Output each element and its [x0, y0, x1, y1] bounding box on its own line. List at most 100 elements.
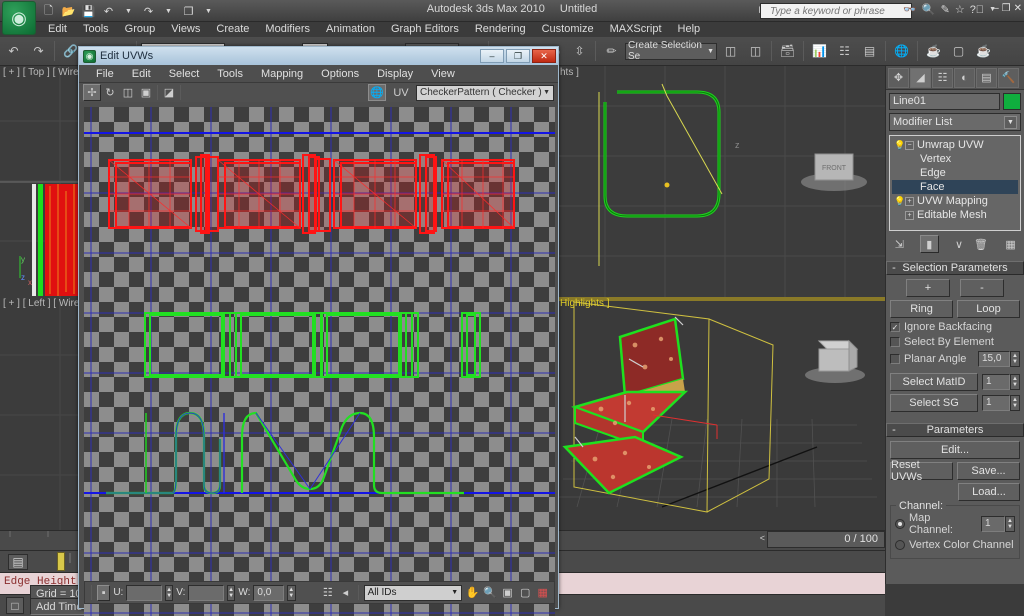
- sg-spinner[interactable]: 1 ▲ ▼: [982, 395, 1020, 411]
- load-button[interactable]: Load...: [958, 483, 1020, 501]
- planar-angle-value[interactable]: 15,0: [978, 351, 1010, 367]
- parameters-header[interactable]: - Parameters: [886, 423, 1024, 437]
- lightbulb-icon[interactable]: 💡: [894, 140, 905, 151]
- show-map-icon[interactable]: 🌐: [368, 84, 386, 101]
- uv-edit-canvas[interactable]: [84, 107, 555, 616]
- paint-select-icon[interactable]: ◂: [338, 584, 353, 601]
- menu-help[interactable]: Help: [670, 22, 709, 37]
- search-input[interactable]: [760, 3, 912, 19]
- freeform-mode-icon[interactable]: ▣: [137, 84, 155, 101]
- grow-selection-button[interactable]: +: [906, 279, 950, 297]
- uvw-menu-mapping[interactable]: Mapping: [252, 68, 312, 80]
- edit-named-selection-icon[interactable]: ✏: [600, 40, 623, 63]
- layer-manager-icon[interactable]: 🗃: [776, 40, 799, 63]
- u-field[interactable]: [126, 584, 162, 601]
- edit-uvws-restore-button[interactable]: ❐: [506, 49, 530, 63]
- frame-readout[interactable]: 0 / 100: [767, 531, 885, 548]
- rollout-toggle-icon[interactable]: -: [887, 262, 901, 274]
- mirror-icon[interactable]: ◫: [719, 40, 742, 63]
- undo-scene-icon[interactable]: ↶: [2, 40, 25, 63]
- ignore-backfacing-checkbox[interactable]: ✓: [890, 322, 900, 332]
- stack-item-editable-mesh[interactable]: + Editable Mesh: [892, 208, 1018, 222]
- edit-uvws-close-button[interactable]: ✕: [532, 49, 556, 63]
- menu-group[interactable]: Group: [117, 22, 164, 37]
- binoculars-icon[interactable]: 👓: [903, 3, 917, 16]
- uvw-menu-view[interactable]: View: [422, 68, 464, 80]
- make-unique-icon[interactable]: ∨: [950, 235, 969, 253]
- select-sg-button[interactable]: Select SG: [890, 394, 978, 412]
- previous-frame-icon[interactable]: <: [760, 533, 765, 543]
- select-by-element-checkbox[interactable]: [890, 337, 900, 347]
- uvw-menu-select[interactable]: Select: [160, 68, 209, 80]
- search-icon[interactable]: 🔍: [922, 3, 936, 16]
- render-setup-icon[interactable]: ☕: [922, 40, 945, 63]
- material-editor-icon[interactable]: 🌐: [890, 40, 913, 63]
- menu-views[interactable]: Views: [163, 22, 208, 37]
- rotate-icon[interactable]: ↻: [101, 84, 119, 101]
- object-color-swatch[interactable]: [1003, 93, 1021, 110]
- new-icon[interactable]: 🗋: [40, 3, 57, 20]
- matid-value[interactable]: 1: [982, 374, 1010, 390]
- modify-tab-icon[interactable]: ◢: [910, 67, 931, 88]
- material-id-dropdown[interactable]: All IDs ▼: [363, 584, 463, 601]
- stack-item-face[interactable]: Face: [892, 180, 1018, 194]
- stack-item-uvw-mapping[interactable]: 💡 + UVW Mapping: [892, 194, 1018, 208]
- zoom-icon[interactable]: 🔍: [483, 584, 498, 601]
- show-end-result-icon[interactable]: ▮: [919, 235, 939, 253]
- lightbulb-icon[interactable]: 💡: [894, 196, 905, 207]
- w-field[interactable]: 0,0: [253, 584, 285, 601]
- key-mode-toggle-icon[interactable]: ▤: [8, 554, 28, 570]
- menu-edit[interactable]: Edit: [40, 22, 75, 37]
- planar-angle-checkbox[interactable]: [890, 354, 900, 364]
- utilities-tab-icon[interactable]: 🔨: [998, 67, 1019, 88]
- close-button[interactable]: ✕: [1014, 3, 1022, 14]
- scale-icon[interactable]: ◫: [119, 84, 137, 101]
- zoom-region-icon[interactable]: ▣: [500, 584, 515, 601]
- lock-selection-icon[interactable]: □: [6, 597, 24, 614]
- stack-item-edge[interactable]: Edge: [892, 166, 1018, 180]
- stack-item-unwrap-uvw[interactable]: 💡 − Unwrap UVW: [892, 138, 1018, 152]
- quick-access-toolbar[interactable]: 🗋 📂 💾 ↶ ▼ ↷ ▼ ❐ ▼: [40, 2, 217, 20]
- menu-graph-editors[interactable]: Graph Editors: [383, 22, 467, 37]
- named-selection-sets-dropdown[interactable]: Create Selection Se ▼: [625, 40, 717, 62]
- redo-dropdown-icon[interactable]: ▼: [160, 3, 177, 20]
- menu-modifiers[interactable]: Modifiers: [257, 22, 318, 37]
- motion-tab-icon[interactable]: ◐: [954, 67, 975, 88]
- map-channel-radio[interactable]: [895, 519, 905, 529]
- spinner-arrows-icon[interactable]: ▲ ▼: [1010, 351, 1020, 367]
- menu-animation[interactable]: Animation: [318, 22, 383, 37]
- spinner-snap-icon[interactable]: ⇳: [568, 40, 591, 63]
- v-field[interactable]: [188, 584, 224, 601]
- display-tab-icon[interactable]: ▤: [976, 67, 997, 88]
- align-icon[interactable]: ◫: [744, 40, 767, 63]
- render-production-icon[interactable]: ☕: [972, 40, 995, 63]
- edit-uvws-minimize-button[interactable]: –: [480, 49, 504, 63]
- ring-button[interactable]: Ring: [890, 300, 953, 318]
- uvw-menu-edit[interactable]: Edit: [123, 68, 160, 80]
- pin-stack-icon[interactable]: ⇲: [890, 235, 909, 253]
- uvw-menu-options[interactable]: Options: [312, 68, 368, 80]
- modifier-list-dropdown[interactable]: Modifier List ▼: [889, 113, 1021, 131]
- help-icon[interactable]: ?⃝: [970, 4, 984, 16]
- minimize-button[interactable]: –: [993, 3, 999, 14]
- matid-spinner[interactable]: 1 ▲ ▼: [982, 374, 1020, 390]
- u-spinner-icon[interactable]: ▲ ▼: [164, 584, 174, 601]
- zoom-extents-icon[interactable]: ▢: [518, 584, 533, 601]
- v-spinner-icon[interactable]: ▲ ▼: [226, 584, 236, 601]
- selection-parameters-header[interactable]: - Selection Parameters: [886, 261, 1024, 275]
- spinner-arrows-icon[interactable]: ▲ ▼: [1005, 516, 1015, 532]
- loop-button[interactable]: Loop: [957, 300, 1020, 318]
- uvw-menu-file[interactable]: File: [87, 68, 123, 80]
- menu-create[interactable]: Create: [208, 22, 257, 37]
- edit-uvws-title-bar[interactable]: ◉ Edit UVWs – ❐ ✕: [79, 47, 558, 65]
- configure-modifier-sets-icon[interactable]: ▦: [1001, 235, 1020, 253]
- save-icon[interactable]: 💾: [80, 3, 97, 20]
- remove-modifier-icon[interactable]: 🗑: [971, 235, 990, 253]
- save-button[interactable]: Save...: [957, 462, 1020, 480]
- uv-toggle-icon[interactable]: UV: [390, 84, 412, 101]
- expand-icon[interactable]: +: [905, 196, 914, 206]
- application-menu-button[interactable]: ◉: [2, 1, 36, 35]
- sg-value[interactable]: 1: [982, 395, 1010, 411]
- track-view-icon[interactable]: ▤: [858, 40, 881, 63]
- map-channel-value[interactable]: 1: [981, 516, 1005, 532]
